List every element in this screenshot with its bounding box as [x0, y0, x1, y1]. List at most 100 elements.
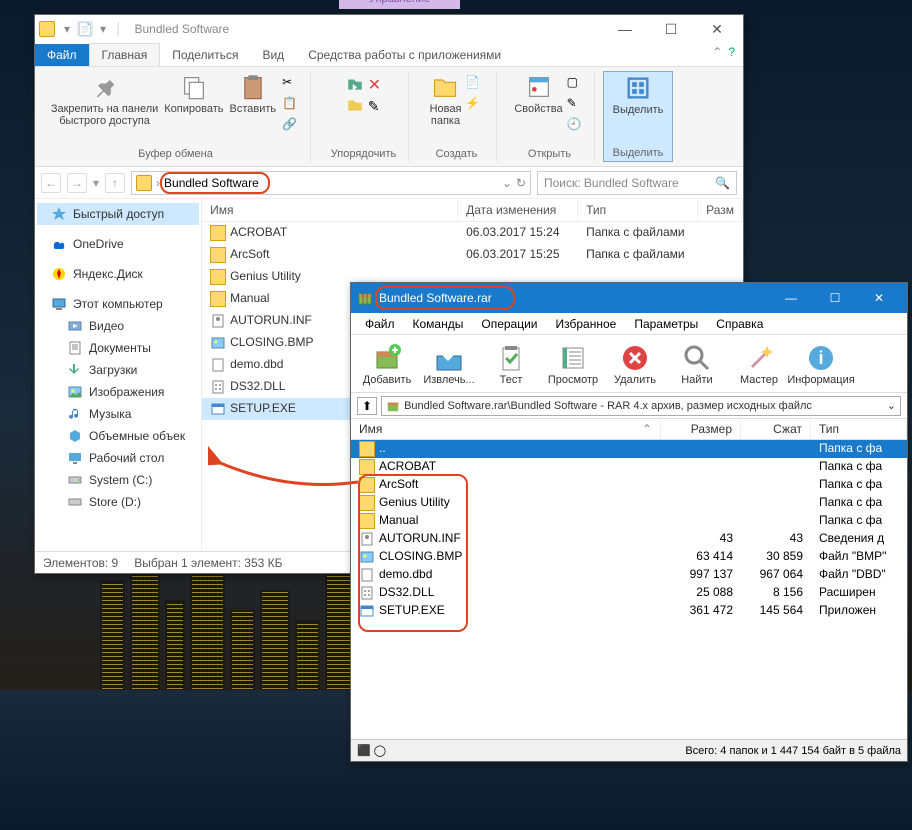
easy-access-icon[interactable]: ⚡	[465, 96, 483, 114]
delete-button[interactable]: Удалить	[605, 342, 665, 386]
move-to-button[interactable]	[346, 75, 364, 93]
menu-operations[interactable]: Операции	[473, 315, 545, 333]
item-count: Элементов: 9	[43, 556, 118, 571]
minimize-button[interactable]: —	[603, 17, 647, 41]
nav-downloads[interactable]: Загрузки	[37, 359, 199, 381]
nav-music[interactable]: Музыка	[37, 403, 199, 425]
nav-pane[interactable]: Быстрый доступ OneDrive Яндекс.Диск Этот…	[35, 199, 202, 551]
test-button[interactable]: Тест	[481, 342, 541, 386]
col-packed[interactable]: Сжат	[741, 419, 811, 439]
new-item-icon[interactable]: 📄	[465, 75, 483, 93]
copy-path-icon[interactable]: 📋	[282, 96, 300, 114]
nav-video[interactable]: Видео	[37, 315, 199, 337]
file-row[interactable]: ArcSoftПапка с фа	[351, 476, 907, 494]
col-size[interactable]: Размер	[661, 419, 741, 439]
recent-dropdown-icon[interactable]: ▾	[93, 176, 99, 190]
titlebar[interactable]: ▾ 📄 ▾ │ Bundled Software Управление — ☐ …	[35, 15, 743, 43]
extract-button[interactable]: Извлечь...	[419, 342, 479, 386]
tab-view[interactable]: Вид	[250, 44, 296, 66]
col-date[interactable]: Дата изменения	[458, 199, 578, 221]
minimize-button[interactable]: —	[769, 284, 813, 312]
info-button[interactable]: iИнформация	[791, 342, 851, 386]
col-type[interactable]: Тип	[811, 419, 907, 439]
file-row[interactable]: ManualПапка с фа	[351, 512, 907, 530]
tab-file[interactable]: Файл	[35, 44, 89, 66]
tab-home[interactable]: Главная	[89, 43, 161, 66]
up-button[interactable]: ⬆	[357, 397, 377, 415]
nav-yandex[interactable]: Яндекс.Диск	[37, 263, 199, 285]
menu-commands[interactable]: Команды	[405, 315, 472, 333]
file-row[interactable]: DS32.DLL25 0888 156Расширен	[351, 584, 907, 602]
file-row[interactable]: CLOSING.BMP63 41430 859Файл "BMP"	[351, 548, 907, 566]
help-icon[interactable]: ?	[728, 45, 735, 59]
rename-button[interactable]: ✎	[368, 98, 381, 115]
forward-button[interactable]: →	[67, 173, 87, 193]
delete-button[interactable]: ✕	[368, 75, 381, 95]
copy-to-button[interactable]	[346, 96, 364, 114]
nav-onedrive[interactable]: OneDrive	[37, 233, 199, 255]
wizard-button[interactable]: Мастер	[729, 342, 789, 386]
menu-file[interactable]: Файл	[357, 315, 403, 333]
refresh-icon[interactable]: ↻	[516, 176, 526, 190]
qat-dropdown-icon[interactable]: ▾	[95, 21, 111, 37]
history-icon[interactable]: 🕘	[567, 117, 585, 135]
tab-share[interactable]: Поделиться	[160, 44, 250, 66]
address-bar[interactable]: › Bundled Software ⌄ ↻	[131, 171, 531, 195]
col-type[interactable]: Тип	[578, 199, 698, 221]
qat-props-icon[interactable]: 📄	[77, 21, 93, 37]
nav-docs[interactable]: Документы	[37, 337, 199, 359]
properties-button[interactable]: Свойства	[514, 73, 562, 135]
breadcrumb[interactable]: Bundled Software	[164, 176, 259, 190]
parent-folder-row[interactable]: .. Папка с фа	[351, 440, 907, 458]
qat-icon[interactable]: ▾	[59, 21, 75, 37]
dropdown-icon[interactable]: ⌄	[502, 176, 512, 190]
dropdown-icon[interactable]: ⌄	[887, 399, 896, 412]
tab-app-tools[interactable]: Средства работы с приложениями	[296, 44, 513, 66]
file-row[interactable]: AUTORUN.INF4343Сведения д	[351, 530, 907, 548]
titlebar[interactable]: Bundled Software.rar — ☐ ✕	[351, 283, 907, 313]
pin-button[interactable]: Закрепить на панели быстрого доступа	[51, 73, 158, 135]
file-row[interactable]: Genius UtilityПапка с фа	[351, 494, 907, 512]
close-button[interactable]: ✕	[695, 17, 739, 41]
file-row[interactable]: ACROBAT06.03.2017 15:24Папка с файлами	[202, 222, 743, 244]
file-row[interactable]: demo.dbd997 137967 064Файл "DBD"	[351, 566, 907, 584]
address-bar[interactable]: Bundled Software.rar\Bundled Software - …	[381, 396, 901, 416]
col-size[interactable]: Разм	[698, 199, 743, 221]
back-button[interactable]: ←	[41, 173, 61, 193]
close-button[interactable]: ✕	[857, 284, 901, 312]
file-row[interactable]: SETUP.EXE361 472145 564Приложен	[351, 602, 907, 620]
maximize-button[interactable]: ☐	[649, 17, 693, 41]
cut-icon[interactable]: ✂	[282, 75, 300, 93]
menu-help[interactable]: Справка	[708, 315, 771, 333]
search-input[interactable]: Поиск: Bundled Software 🔍	[537, 171, 737, 195]
new-folder-button[interactable]: Новая папка	[430, 73, 462, 127]
menu-bar: Файл Команды Операции Избранное Параметр…	[351, 313, 907, 335]
nav-this-pc[interactable]: Этот компьютер	[37, 293, 199, 315]
status-total: Всего: 4 папок и 1 447 154 байт в 5 файл…	[685, 745, 901, 757]
select-button[interactable]: Выделить	[613, 74, 664, 116]
nav-pictures[interactable]: Изображения	[37, 381, 199, 403]
menu-favorites[interactable]: Избранное	[548, 315, 625, 333]
file-row[interactable]: ArcSoft06.03.2017 15:25Папка с файлами	[202, 244, 743, 266]
find-button[interactable]: Найти	[667, 342, 727, 386]
nav-desktop[interactable]: Рабочий стол	[37, 447, 199, 469]
copy-button[interactable]: Копировать	[164, 73, 223, 135]
menu-options[interactable]: Параметры	[626, 315, 706, 333]
edit-icon[interactable]: ✎	[567, 96, 585, 114]
nav-3d[interactable]: Объемные объек	[37, 425, 199, 447]
col-name[interactable]: Имя⌃	[351, 419, 661, 439]
file-row[interactable]: ACROBATПапка с фа	[351, 458, 907, 476]
file-list[interactable]: Имя⌃ Размер Сжат Тип .. Папка с фа ACROB…	[351, 419, 907, 739]
paste-button[interactable]: Вставить	[230, 73, 277, 135]
col-name[interactable]: Имя	[202, 199, 458, 221]
view-button[interactable]: Просмотр	[543, 342, 603, 386]
open-icon[interactable]: ▢	[567, 75, 585, 93]
ribbon-collapse-icon[interactable]: ⌃	[712, 45, 722, 59]
maximize-button[interactable]: ☐	[813, 284, 857, 312]
up-button[interactable]: ↑	[105, 173, 125, 193]
add-button[interactable]: Добавить	[357, 342, 417, 386]
nav-ddrive[interactable]: Store (D:)	[37, 491, 199, 513]
paste-shortcut-icon[interactable]: 🔗	[282, 117, 300, 135]
nav-quick-access[interactable]: Быстрый доступ	[37, 203, 199, 225]
nav-cdrive[interactable]: System (C:)	[37, 469, 199, 491]
